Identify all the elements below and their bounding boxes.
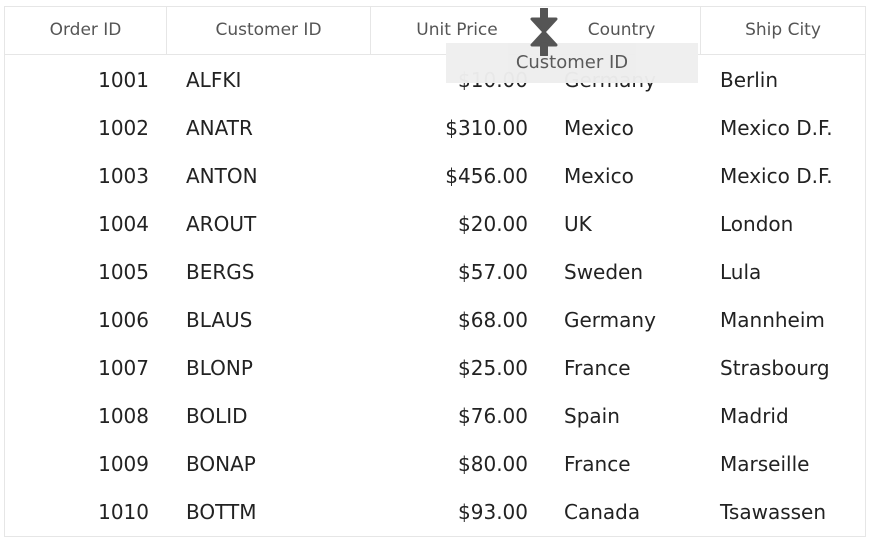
table-row[interactable]: 1009 BONAP $80.00 France Marseille	[5, 440, 865, 488]
data-grid: Order ID Customer ID Unit Price Country …	[4, 6, 866, 537]
table-row[interactable]: 1005 BERGS $57.00 Sweden Lula	[5, 248, 865, 296]
cell-ship-city[interactable]: Mexico D.F.	[720, 104, 833, 152]
cell-unit-price[interactable]: $76.00	[371, 392, 528, 440]
table-row[interactable]: 1001 ALFKI $10.00 Germany Berlin	[5, 56, 865, 104]
cell-unit-price[interactable]: $25.00	[371, 344, 528, 392]
table-row[interactable]: 1010 BOTTM $93.00 Canada Tsawassen	[5, 488, 865, 536]
cell-order-id[interactable]: 1004	[5, 200, 149, 248]
cell-country[interactable]: Canada	[564, 488, 640, 536]
cell-unit-price[interactable]: $93.00	[371, 488, 528, 536]
grid-header: Order ID Customer ID Unit Price Country …	[5, 7, 865, 55]
cell-ship-city[interactable]: Mannheim	[720, 296, 825, 344]
cell-customer-id[interactable]: BOTTM	[186, 488, 256, 536]
table-row[interactable]: 1003 ANTON $456.00 Mexico Mexico D.F.	[5, 152, 865, 200]
cell-order-id[interactable]: 1008	[5, 392, 149, 440]
drop-position-arrows-icon	[530, 5, 558, 59]
column-header-ship-city[interactable]: Ship City	[701, 7, 865, 54]
cell-country[interactable]: Sweden	[564, 248, 643, 296]
cell-unit-price[interactable]: $68.00	[371, 296, 528, 344]
cell-country[interactable]: Mexico	[564, 104, 634, 152]
drop-position-arrows-icon	[530, 5, 558, 59]
cell-country[interactable]: Spain	[564, 392, 620, 440]
grid-body: 1001 ALFKI $10.00 Germany Berlin 1002 AN…	[5, 56, 865, 536]
cell-customer-id[interactable]: BERGS	[186, 248, 254, 296]
cell-country[interactable]: France	[564, 440, 631, 488]
cell-order-id[interactable]: 1002	[5, 104, 149, 152]
cell-order-id[interactable]: 1009	[5, 440, 149, 488]
cell-order-id[interactable]: 1010	[5, 488, 149, 536]
cell-ship-city[interactable]: London	[720, 200, 793, 248]
cell-unit-price[interactable]: $310.00	[371, 104, 528, 152]
cell-unit-price[interactable]: $20.00	[371, 200, 528, 248]
column-header-customer-id[interactable]: Customer ID	[167, 7, 371, 54]
cell-unit-price[interactable]: $80.00	[371, 440, 528, 488]
cell-country[interactable]: Mexico	[564, 152, 634, 200]
cell-customer-id[interactable]: AROUT	[186, 200, 256, 248]
cell-order-id[interactable]: 1006	[5, 296, 149, 344]
cell-order-id[interactable]: 1005	[5, 248, 149, 296]
cell-customer-id[interactable]: ALFKI	[186, 56, 241, 104]
table-row[interactable]: 1006 BLAUS $68.00 Germany Mannheim	[5, 296, 865, 344]
table-row[interactable]: 1008 BOLID $76.00 Spain Madrid	[5, 392, 865, 440]
cell-ship-city[interactable]: Tsawassen	[720, 488, 826, 536]
cell-customer-id[interactable]: BOLID	[186, 392, 248, 440]
table-row[interactable]: 1004 AROUT $20.00 UK London	[5, 200, 865, 248]
column-header-order-id[interactable]: Order ID	[5, 7, 167, 54]
cell-ship-city[interactable]: Berlin	[720, 56, 778, 104]
cell-country[interactable]: Germany	[564, 296, 656, 344]
cell-order-id[interactable]: 1007	[5, 344, 149, 392]
cell-ship-city[interactable]: Madrid	[720, 392, 789, 440]
table-row[interactable]: 1007 BLONP $25.00 France Strasbourg	[5, 344, 865, 392]
cell-country[interactable]: UK	[564, 200, 592, 248]
cell-ship-city[interactable]: Lula	[720, 248, 761, 296]
cell-country[interactable]: France	[564, 344, 631, 392]
cell-ship-city[interactable]: Strasbourg	[720, 344, 830, 392]
column-drag-ghost[interactable]: Customer ID	[446, 43, 698, 83]
table-row[interactable]: 1002 ANATR $310.00 Mexico Mexico D.F.	[5, 104, 865, 152]
cell-order-id[interactable]: 1001	[5, 56, 149, 104]
cell-unit-price[interactable]: $456.00	[371, 152, 528, 200]
cell-ship-city[interactable]: Mexico D.F.	[720, 152, 833, 200]
cell-customer-id[interactable]: ANTON	[186, 152, 258, 200]
cell-customer-id[interactable]: BONAP	[186, 440, 256, 488]
cell-unit-price[interactable]: $57.00	[371, 248, 528, 296]
cell-customer-id[interactable]: BLONP	[186, 344, 253, 392]
cell-customer-id[interactable]: ANATR	[186, 104, 253, 152]
cell-order-id[interactable]: 1003	[5, 152, 149, 200]
cell-customer-id[interactable]: BLAUS	[186, 296, 252, 344]
cell-ship-city[interactable]: Marseille	[720, 440, 809, 488]
